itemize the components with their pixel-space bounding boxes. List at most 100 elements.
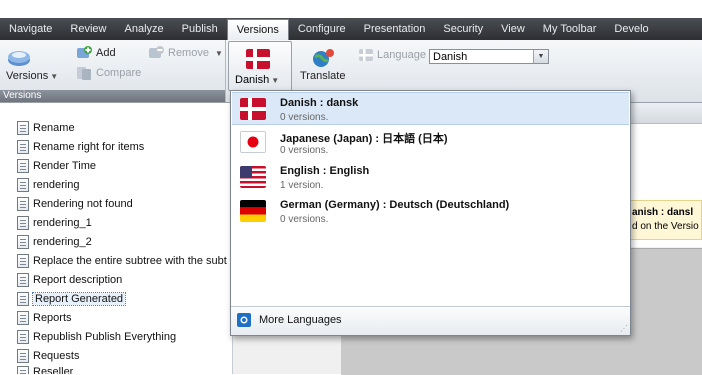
language-option-name: German (Germany) : Deutsch (Deutschland) bbox=[280, 199, 510, 211]
tree-item-label: rendering bbox=[33, 179, 80, 191]
flag-denmark-icon bbox=[240, 98, 266, 120]
menu-developer[interactable]: Develo bbox=[605, 18, 657, 40]
add-label: Add bbox=[96, 47, 116, 59]
menu-my-toolbar[interactable]: My Toolbar bbox=[534, 18, 606, 40]
main-menu-bar: Navigate Review Analyze Publish Versions… bbox=[0, 18, 702, 40]
language-option-name: Danish : dansk bbox=[280, 97, 359, 109]
tree-item[interactable]: Render Time bbox=[17, 157, 96, 175]
document-icon bbox=[17, 235, 29, 249]
menu-publish[interactable]: Publish bbox=[173, 18, 227, 40]
tree-item-label: Reseller bbox=[33, 366, 74, 374]
language-button-label: Danish bbox=[235, 74, 270, 86]
more-languages-label: More Languages bbox=[259, 314, 342, 326]
notice-title: anish : dansl bbox=[632, 207, 694, 218]
tree-item[interactable]: Rename right for items bbox=[17, 138, 144, 156]
menu-versions[interactable]: Versions bbox=[226, 18, 289, 40]
tree-item[interactable]: Replace the entire subtree with the subt bbox=[17, 252, 227, 270]
tree-item-label: rendering_2 bbox=[33, 236, 92, 248]
tree-item[interactable]: Rename bbox=[17, 119, 75, 137]
remove-icon bbox=[149, 46, 164, 58]
notice-text: d on the Versio bbox=[632, 221, 699, 232]
flag-germany-icon bbox=[240, 200, 266, 222]
compare-versions-button[interactable]: Compare bbox=[76, 65, 141, 81]
document-icon bbox=[17, 349, 29, 363]
menu-analyze[interactable]: Analyze bbox=[116, 18, 173, 40]
versions-button-label: Versions bbox=[6, 70, 49, 82]
document-icon bbox=[17, 216, 29, 230]
menu-review[interactable]: Review bbox=[61, 18, 115, 40]
dropdown-footer: More Languages ⋰ bbox=[231, 306, 630, 335]
remove-version-button[interactable]: Remove ▼ bbox=[148, 45, 223, 61]
language-select[interactable]: Danish ▼ bbox=[429, 49, 549, 64]
tree-item[interactable]: Report description bbox=[17, 271, 122, 289]
chevron-down-icon: ▼ bbox=[271, 76, 280, 85]
translate-button[interactable]: Translate bbox=[300, 48, 345, 82]
menu-configure[interactable]: Configure bbox=[289, 18, 355, 40]
menu-presentation[interactable]: Presentation bbox=[355, 18, 435, 40]
tree-item[interactable]: Requests bbox=[17, 347, 79, 365]
compare-icon bbox=[77, 67, 91, 80]
compare-label: Compare bbox=[96, 67, 142, 79]
menu-security[interactable]: Security bbox=[434, 18, 492, 40]
more-languages-link[interactable]: More Languages bbox=[237, 313, 342, 327]
document-icon bbox=[17, 121, 29, 135]
menu-view[interactable]: View bbox=[492, 18, 534, 40]
translate-globe-icon bbox=[312, 49, 334, 67]
language-option-japanese[interactable]: Japanese (Japan) : 日本語 (日本) 0 versions. bbox=[232, 126, 629, 159]
document-icon bbox=[17, 140, 29, 154]
tree-item-label: Requests bbox=[33, 350, 80, 362]
flag-denmark-icon bbox=[246, 49, 270, 69]
language-flag-icon bbox=[359, 49, 373, 61]
resize-grip-icon[interactable]: ⋰ bbox=[620, 324, 628, 333]
tree-item-label: Render Time bbox=[33, 160, 96, 172]
tree-item[interactable]: rendering bbox=[17, 176, 79, 194]
remove-label: Remove bbox=[168, 47, 209, 59]
document-icon bbox=[17, 178, 29, 192]
tree-item[interactable]: Reseller bbox=[17, 366, 73, 374]
tree-item[interactable]: Republish Publish Everything bbox=[17, 328, 176, 346]
language-option-english[interactable]: English : English 1 version. bbox=[232, 161, 629, 194]
translate-label: Translate bbox=[300, 70, 346, 82]
content-tree: Rename Rename right for items Render Tim… bbox=[0, 103, 233, 374]
tree-item-label: Rename bbox=[33, 122, 75, 134]
tree-item-label: Report Generated bbox=[31, 292, 127, 306]
tree-item[interactable]: rendering_1 bbox=[17, 214, 92, 232]
document-icon bbox=[17, 292, 29, 306]
flag-usa-icon bbox=[240, 166, 266, 188]
menu-navigate[interactable]: Navigate bbox=[0, 18, 61, 40]
version-notice: anish : dansl d on the Versio bbox=[627, 200, 702, 240]
tree-item[interactable]: rendering_2 bbox=[17, 233, 92, 251]
tree-item-label: Reports bbox=[33, 312, 72, 324]
language-option-count: 0 versions. bbox=[280, 214, 329, 225]
tree-item-selected[interactable]: Report Generated bbox=[17, 290, 127, 308]
tree-item-label: Republish Publish Everything bbox=[33, 331, 177, 343]
document-icon bbox=[17, 159, 29, 173]
chevron-down-icon: ▼ bbox=[50, 72, 59, 81]
tree-item-label: rendering_1 bbox=[33, 217, 92, 229]
versions-group: Versions ▼ Add Remove ▼ Compare Versions bbox=[0, 40, 226, 102]
tree-item[interactable]: Rendering not found bbox=[17, 195, 133, 213]
language-select-value: Danish bbox=[433, 51, 468, 63]
chevron-down-icon[interactable]: ▼ bbox=[533, 50, 548, 63]
language-option-count: 0 versions. bbox=[280, 112, 329, 123]
language-dropdown: Danish : dansk 0 versions. Japanese (Jap… bbox=[230, 90, 631, 336]
language-option-german[interactable]: German (Germany) : Deutsch (Deutschland)… bbox=[232, 195, 629, 228]
tree-item-label: Rename right for items bbox=[33, 141, 145, 153]
versions-button[interactable]: Versions ▼ bbox=[6, 48, 58, 82]
document-icon bbox=[17, 366, 29, 374]
language-option-danish[interactable]: Danish : dansk 0 versions. bbox=[232, 92, 629, 125]
document-icon bbox=[17, 273, 29, 287]
flag-japan-icon bbox=[240, 131, 266, 153]
language-button[interactable]: Danish ▼ bbox=[228, 41, 292, 91]
chevron-down-icon: ▼ bbox=[214, 48, 223, 58]
document-icon bbox=[17, 311, 29, 325]
tree-item[interactable]: Reports bbox=[17, 309, 72, 327]
language-field-label: Language bbox=[377, 49, 426, 61]
language-field-label-wrap: Language bbox=[359, 49, 426, 61]
add-version-button[interactable]: Add bbox=[76, 45, 116, 61]
more-languages-icon bbox=[237, 313, 251, 327]
tree-item-label: Report description bbox=[33, 274, 123, 286]
top-gutter bbox=[0, 0, 702, 18]
versions-icon bbox=[8, 51, 30, 66]
document-icon bbox=[17, 197, 29, 211]
